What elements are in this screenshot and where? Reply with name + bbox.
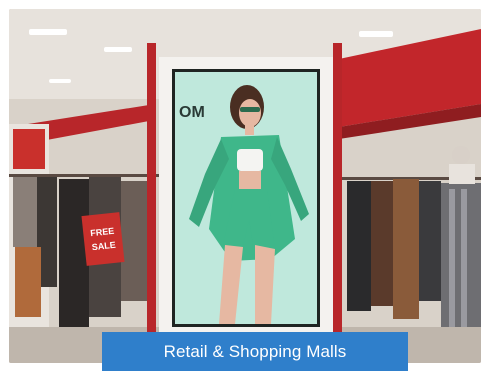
caption-label: Retail & Shopping Malls — [163, 341, 347, 361]
sale-sign: FREE SALE — [81, 212, 125, 266]
rack-rail-left — [9, 174, 159, 177]
retail-scene: FREE SALE OM — [9, 9, 481, 363]
red-pole-right — [333, 43, 342, 363]
wall-sign — [13, 129, 45, 169]
category-caption: Retail & Shopping Malls — [102, 332, 408, 371]
clothing-right — [347, 179, 481, 333]
screen-ad-text: OM — [179, 104, 205, 121]
red-pole-left — [147, 43, 156, 363]
image-card: FREE SALE OM Retail & Shopping Malls — [0, 0, 490, 371]
store-photo: FREE SALE OM — [9, 9, 481, 363]
